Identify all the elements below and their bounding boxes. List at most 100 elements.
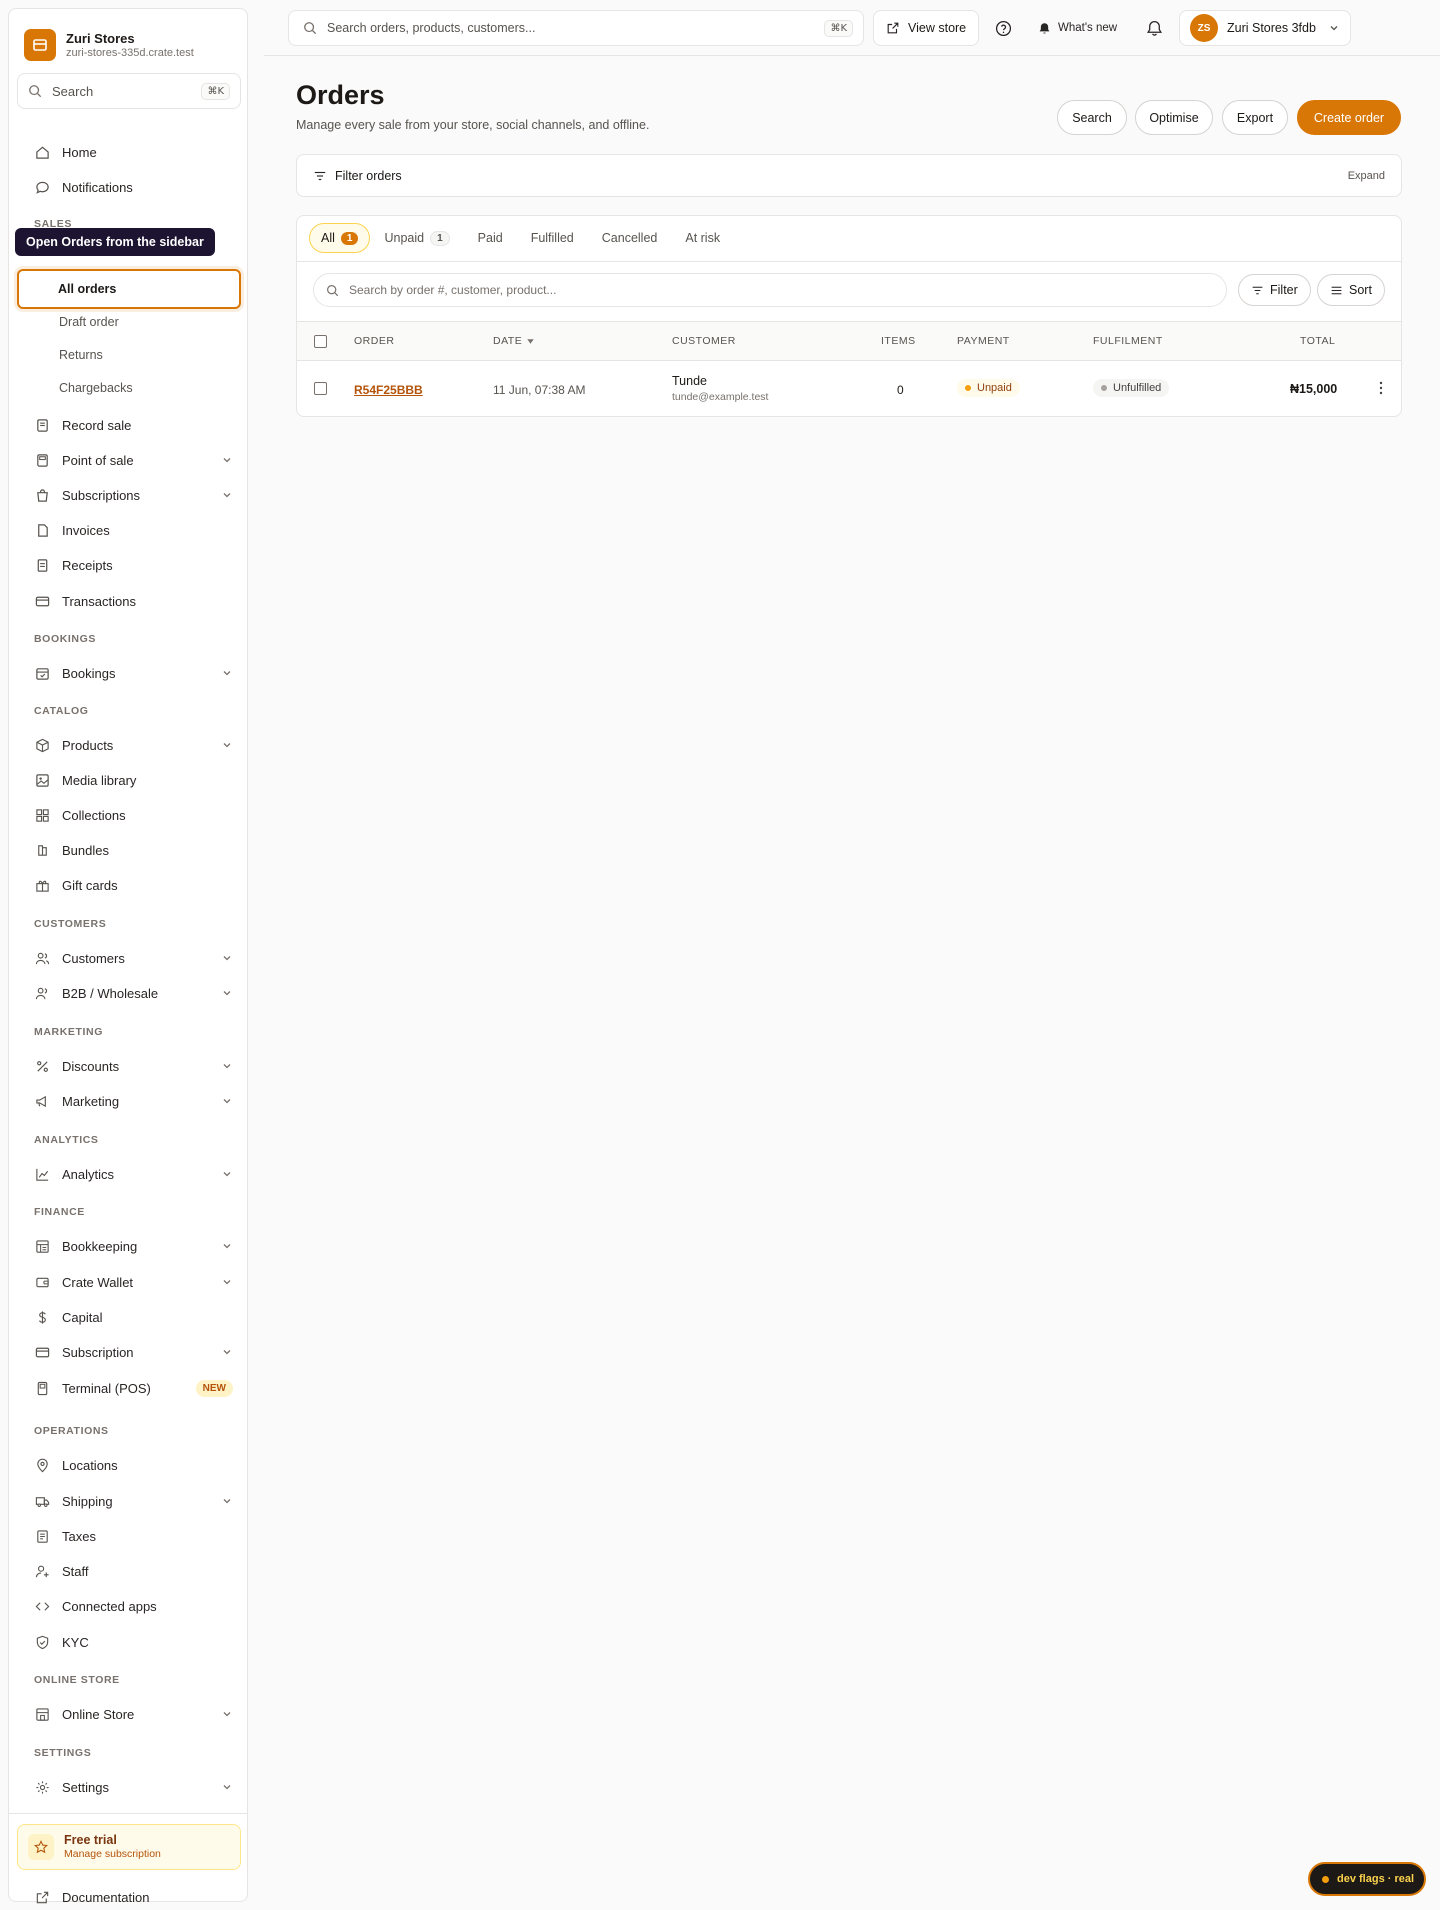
tab-fulfilled[interactable]: Fulfilled [517,223,588,253]
optimise-button[interactable]: Optimise [1135,100,1213,135]
order-number-link[interactable]: R54F25BBB [354,383,423,397]
sidebar-item-crate-wallet[interactable]: Crate Wallet [17,1266,241,1298]
view-store-button[interactable]: View store [873,10,980,46]
chart-line-icon [34,1166,50,1182]
col-customer[interactable]: CUSTOMER [672,335,736,347]
sidebar-item-all-orders[interactable]: All orders [17,269,241,309]
col-items[interactable]: ITEMS [881,335,916,347]
create-order-button[interactable]: Create order [1297,100,1401,135]
free-trial-card[interactable]: Free trial Manage subscription [17,1824,241,1870]
sidebar-item-customers[interactable]: Customers [17,942,241,974]
sidebar-item-documentation[interactable]: Documentation [17,1881,241,1910]
tab-cancelled[interactable]: Cancelled [588,223,672,253]
sidebar-item-bookkeeping[interactable]: Bookkeeping [17,1230,241,1262]
section-analytics: ANALYTICS [34,1134,99,1146]
tab-unpaid[interactable]: Unpaid 1 [370,223,463,253]
sidebar-item-capital[interactable]: Capital [17,1301,241,1333]
dev-flags-badge[interactable]: dev flags · real [1308,1862,1426,1896]
sidebar-item-taxes[interactable]: Taxes [17,1520,241,1552]
help-circle-icon [995,20,1012,36]
col-fulfilment[interactable]: FULFILMENT [1093,335,1163,347]
filter-icon [1252,286,1263,294]
expand-filters-link[interactable]: Expand [1348,170,1385,182]
orders-search-placeholder: Search by order #, customer, product... [349,283,557,297]
section-customers: CUSTOMERS [34,918,107,930]
col-total[interactable]: TOTAL [1300,335,1335,347]
sidebar-item-shipping[interactable]: Shipping [17,1485,241,1517]
filter-orders-label: Filter orders [335,168,402,183]
sidebar-item-kyc[interactable]: KYC [17,1626,241,1658]
image-icon [34,772,50,788]
account-menu-button[interactable]: ZS Zuri Stores 3fdb [1179,10,1351,46]
page-subtitle: Manage every sale from your store, socia… [296,118,650,132]
filter-orders-panel[interactable]: Filter orders Expand [296,154,1402,197]
sidebar-item-invoices[interactable]: Invoices [17,514,241,546]
orders-search-input[interactable]: Search by order #, customer, product... [313,273,1227,307]
search-button[interactable]: Search [1057,100,1127,135]
manage-subscription-link[interactable]: Manage subscription [64,1848,161,1861]
sidebar-item-chargebacks[interactable]: Chargebacks [17,373,241,403]
row-actions-button[interactable] [1374,379,1388,400]
bell-filled-icon [1039,22,1050,34]
tab-all[interactable]: All 1 [309,223,371,253]
section-catalog: CATALOG [34,705,89,717]
sidebar-item-media-library[interactable]: Media library [17,764,241,796]
card-icon [34,593,50,609]
whats-new-button[interactable]: What's new [1038,10,1117,46]
sort-button[interactable]: Sort [1317,274,1385,306]
sidebar-item-gift-cards[interactable]: Gift cards [17,869,241,901]
col-date[interactable]: DATE [493,335,535,347]
customer-name: Tunde [672,374,707,388]
sidebar-item-products[interactable]: Products [17,729,241,761]
external-link-icon [34,1889,50,1905]
help-button[interactable] [995,10,1012,46]
select-all-checkbox[interactable] [314,335,327,348]
export-button[interactable]: Export [1222,100,1288,135]
global-search-input[interactable]: Search orders, products, customers... ⌘K [288,10,864,46]
sidebar-item-draft-order[interactable]: Draft order [17,307,241,337]
sidebar-item-locations[interactable]: Locations [17,1449,241,1481]
free-trial-title: Free trial [64,1833,117,1847]
status-dot [1101,385,1107,391]
sidebar-item-subscriptions[interactable]: Subscriptions [17,479,241,511]
sidebar-item-receipts[interactable]: Receipts [17,549,241,581]
receipt-icon [34,417,50,433]
store-switcher[interactable]: Zuri Stores zuri-stores-335d.crate.test [9,9,247,65]
notifications-button[interactable] [1146,10,1163,46]
filter-button[interactable]: Filter [1238,274,1311,306]
sidebar-item-returns[interactable]: Returns [17,340,241,370]
chevron-down-icon [223,1172,231,1177]
sidebar-search[interactable]: Search ⌘K [17,73,241,109]
sidebar-item-bundles[interactable]: Bundles [17,834,241,866]
tab-paid[interactable]: Paid [464,223,517,253]
sidebar-item-b2b-wholesale[interactable]: B2B / Wholesale [17,977,241,1009]
sidebar-item-subscription[interactable]: Subscription [17,1336,241,1368]
sidebar-item-record-sale[interactable]: Record sale [17,409,241,441]
sidebar-item-analytics[interactable]: Analytics [17,1158,241,1190]
row-checkbox[interactable] [314,382,327,395]
sidebar-item-transactions[interactable]: Transactions [17,585,241,617]
col-payment[interactable]: PAYMENT [957,335,1010,347]
table-row[interactable]: R54F25BBB 11 Jun, 07:38 AM Tunde tunde@e… [297,361,1401,416]
sidebar-item-staff[interactable]: Staff [17,1555,241,1587]
sidebar-item-home[interactable]: Home [17,136,241,168]
sidebar-item-marketing[interactable]: Marketing [17,1085,241,1117]
col-order[interactable]: ORDER [354,335,394,347]
account-name: Zuri Stores 3fdb [1227,21,1316,35]
chevron-down-icon [223,1244,231,1249]
tab-at-risk[interactable]: At risk [671,223,734,253]
percent-icon [34,1058,50,1074]
sidebar-item-notifications[interactable]: Notifications [17,171,241,203]
sidebar-item-settings[interactable]: Settings [17,1771,241,1803]
sidebar-item-terminal-pos[interactable]: Terminal (POS) NEW [17,1372,241,1404]
table-header: ORDER DATE CUSTOMER ITEMS PAYMENT FULFIL… [297,321,1401,361]
filter-icon [314,171,326,180]
global-search-shortcut: ⌘K [824,19,853,37]
sidebar-item-connected-apps[interactable]: Connected apps [17,1590,241,1622]
sidebar-item-discounts[interactable]: Discounts [17,1050,241,1082]
sidebar-item-point-of-sale[interactable]: Point of sale [17,444,241,476]
chevron-down-icon [223,1064,231,1069]
sidebar-item-online-store[interactable]: Online Store [17,1698,241,1730]
sidebar-item-collections[interactable]: Collections [17,799,241,831]
sidebar-item-bookings[interactable]: Bookings [17,657,241,689]
